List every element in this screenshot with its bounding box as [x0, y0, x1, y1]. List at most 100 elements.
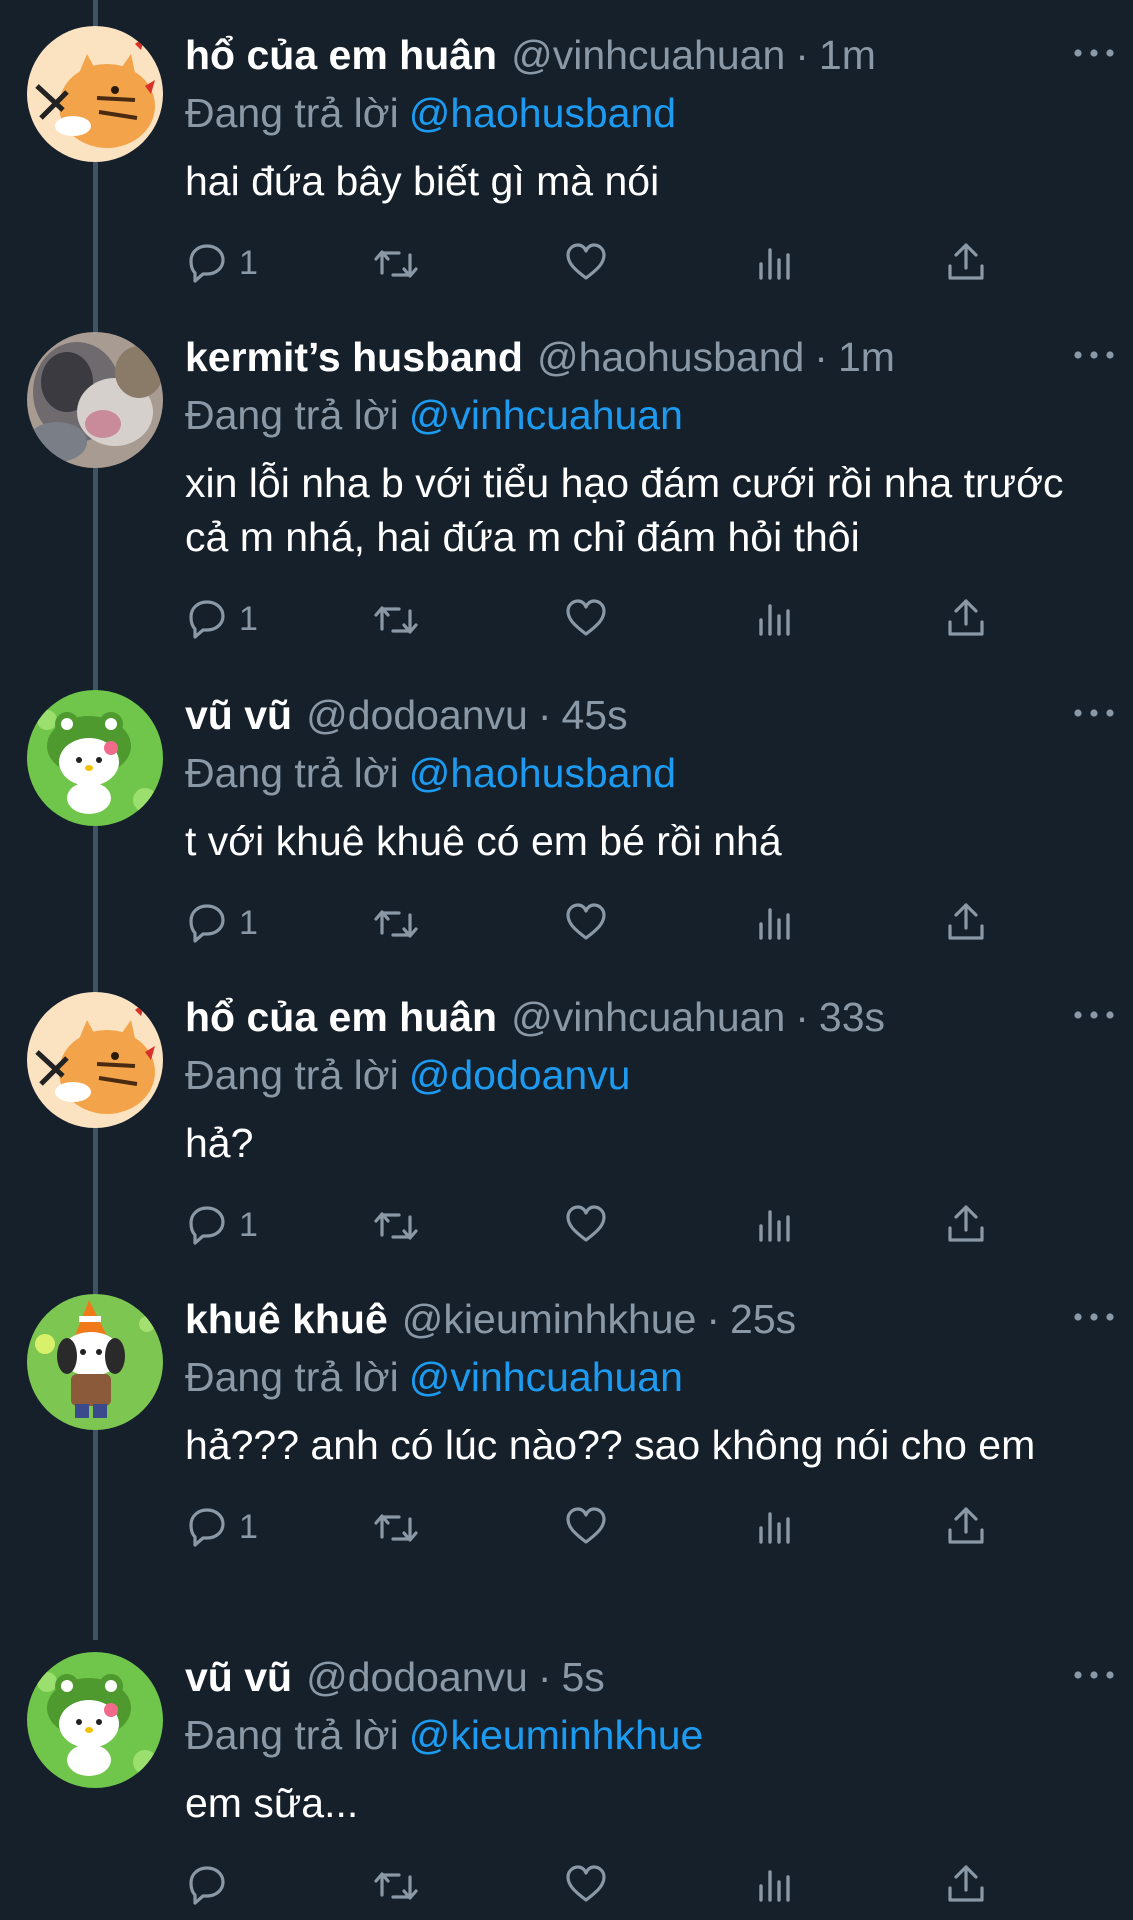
timestamp[interactable]: 1m: [838, 326, 895, 388]
share-icon: [948, 1865, 984, 1902]
more-dots-icon: [1074, 49, 1114, 57]
retweet-button[interactable]: [373, 898, 419, 948]
replying-to-label: Đang trả lời: [185, 750, 399, 796]
timestamp[interactable]: 45s: [562, 684, 628, 746]
views-button[interactable]: [753, 1860, 799, 1910]
separator-dot: ·: [795, 994, 809, 1040]
more-options-button[interactable]: [1073, 1000, 1115, 1030]
timestamp[interactable]: 5s: [562, 1646, 605, 1708]
more-options-button[interactable]: [1073, 340, 1115, 370]
bar-chart-icon: [759, 248, 790, 280]
action-bar: 1: [185, 898, 1113, 948]
more-dots-icon: [1074, 1671, 1114, 1679]
action-bar: 1: [185, 1502, 1113, 1552]
bar-chart-icon: [759, 604, 790, 636]
display-name[interactable]: khuê khuê: [185, 1288, 388, 1350]
more-options-button[interactable]: [1073, 698, 1115, 728]
like-button[interactable]: [563, 238, 609, 288]
timestamp[interactable]: 25s: [730, 1288, 796, 1350]
mention-link[interactable]: @kieuminhkhue: [409, 1712, 704, 1758]
retweet-button[interactable]: [373, 1860, 419, 1910]
retweet-button[interactable]: [373, 1502, 419, 1552]
replying-to: Đang trả lời @kieuminhkhue: [185, 1708, 1113, 1762]
display-name[interactable]: hổ của em huân: [185, 24, 497, 86]
display-name[interactable]: kermit’s husband: [185, 326, 523, 388]
like-button[interactable]: [563, 1502, 609, 1552]
hello-kitty-frog-icon[interactable]: [27, 1652, 163, 1788]
more-options-button[interactable]: [1073, 38, 1115, 68]
share-icon: [948, 243, 984, 280]
mention-link[interactable]: @vinhcuahuan: [409, 392, 683, 438]
tweet-header: vũ vũ @dodoanvu · 5s: [185, 1646, 1113, 1708]
mention-link[interactable]: @vinhcuahuan: [409, 1354, 683, 1400]
like-button[interactable]: [563, 1860, 609, 1910]
views-button[interactable]: [753, 594, 799, 644]
bar-chart-icon: [759, 1210, 790, 1242]
orange-cat-icon[interactable]: [27, 26, 163, 162]
views-button[interactable]: [753, 238, 799, 288]
share-button[interactable]: [943, 238, 989, 288]
views-button[interactable]: [753, 1502, 799, 1552]
heart-icon: [566, 903, 606, 940]
like-button[interactable]: [563, 1200, 609, 1250]
blurry-photo-icon[interactable]: [27, 332, 163, 468]
more-options-button[interactable]: [1073, 1302, 1115, 1332]
reply-button[interactable]: 1: [185, 1502, 258, 1552]
tweet-header: hổ của em huân @vinhcuahuan · 33s: [185, 986, 1113, 1048]
action-bar: 1: [185, 1200, 1113, 1250]
reply-button[interactable]: 1: [185, 238, 258, 288]
share-button[interactable]: [943, 1860, 989, 1910]
reply-button[interactable]: 1: [185, 1200, 258, 1250]
timestamp[interactable]: 33s: [819, 986, 885, 1048]
reply-button[interactable]: 1: [185, 594, 258, 644]
retweet-icon: [374, 910, 418, 938]
display-name[interactable]: vũ vũ: [185, 1646, 292, 1708]
action-bar: 1: [185, 594, 1113, 644]
views-button[interactable]: [753, 898, 799, 948]
separator-dot: ·: [537, 1654, 552, 1700]
timestamp[interactable]: 1m: [819, 24, 876, 86]
share-button[interactable]: [943, 594, 989, 644]
share-button[interactable]: [943, 1200, 989, 1250]
retweet-icon: [374, 1212, 418, 1240]
reply-button[interactable]: 1: [185, 898, 258, 948]
replying-to: Đang trả lời @haohusband: [185, 746, 1113, 800]
like-button[interactable]: [563, 594, 609, 644]
more-dots-icon: [1074, 351, 1114, 359]
user-handle[interactable]: @vinhcuahuan: [511, 24, 785, 86]
separator-dot: ·: [814, 334, 828, 380]
display-name[interactable]: hổ của em huân: [185, 986, 497, 1048]
reply-button[interactable]: [185, 1860, 239, 1910]
orange-cat-icon[interactable]: [27, 992, 163, 1128]
pochacco-cone-icon[interactable]: [27, 1294, 163, 1430]
heart-icon: [566, 1865, 606, 1902]
reply-icon: [189, 244, 225, 283]
display-name[interactable]: vũ vũ: [185, 684, 292, 746]
reply-icon: [189, 1866, 225, 1905]
like-button[interactable]: [563, 898, 609, 948]
mention-link[interactable]: @haohusband: [409, 90, 676, 136]
more-options-button[interactable]: [1073, 1660, 1115, 1690]
bar-chart-icon: [759, 1512, 790, 1544]
retweet-button[interactable]: [373, 594, 419, 644]
user-handle[interactable]: @dodoanvu: [306, 684, 528, 746]
views-button[interactable]: [753, 1200, 799, 1250]
mention-link[interactable]: @dodoanvu: [409, 1052, 631, 1098]
user-handle[interactable]: @vinhcuahuan: [511, 986, 785, 1048]
share-icon: [948, 599, 984, 636]
reply-icon: [189, 600, 225, 639]
user-handle[interactable]: @haohusband: [537, 326, 804, 388]
replying-to-label: Đang trả lời: [185, 1712, 399, 1758]
user-handle[interactable]: @kieuminhkhue: [402, 1288, 697, 1350]
replying-to-label: Đang trả lời: [185, 392, 399, 438]
replying-to-label: Đang trả lời: [185, 1052, 399, 1098]
heart-icon: [566, 599, 606, 636]
user-handle[interactable]: @dodoanvu: [306, 1646, 528, 1708]
share-button[interactable]: [943, 1502, 989, 1552]
retweet-button[interactable]: [373, 1200, 419, 1250]
retweet-button[interactable]: [373, 238, 419, 288]
separator-dot: ·: [706, 1296, 721, 1342]
mention-link[interactable]: @haohusband: [409, 750, 676, 796]
hello-kitty-frog-icon[interactable]: [27, 690, 163, 826]
share-button[interactable]: [943, 898, 989, 948]
